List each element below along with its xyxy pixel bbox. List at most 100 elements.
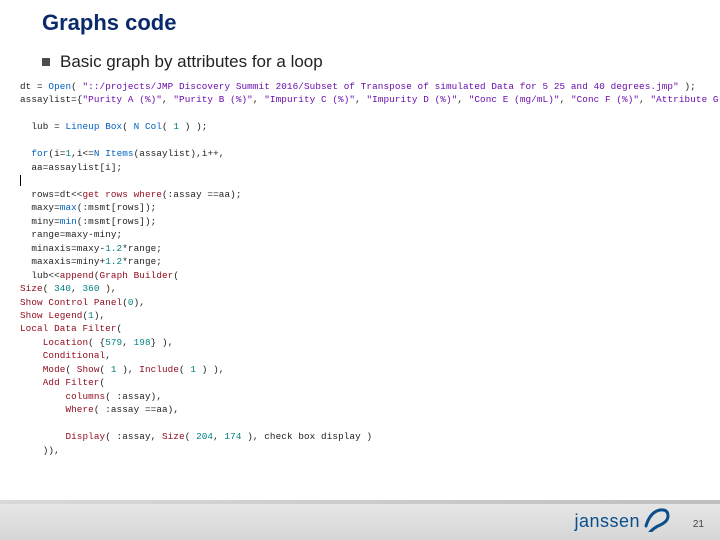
code-text: , xyxy=(639,94,650,105)
code-message: columns xyxy=(65,391,105,402)
code-text: , xyxy=(162,94,173,105)
code-number: 1.2 xyxy=(105,243,122,254)
bullet-text: Basic graph by attributes for a loop xyxy=(60,52,323,72)
code-text xyxy=(20,148,31,159)
code-text: ,i<= xyxy=(71,148,94,159)
code-text: , xyxy=(105,350,111,361)
code-text: ( xyxy=(173,270,179,281)
code-message: Size xyxy=(20,283,43,294)
bullet-icon xyxy=(42,58,50,66)
code-text: maxy= xyxy=(20,202,60,213)
code-text: ); xyxy=(679,81,696,92)
code-text: (:msmt[rows]); xyxy=(77,216,157,227)
text-caret-icon xyxy=(20,175,22,186)
code-text: ( :assay), xyxy=(105,391,162,402)
code-text: ), xyxy=(117,364,140,375)
code-message: Size xyxy=(162,431,185,442)
code-string: "Impurity C (%)" xyxy=(264,94,355,105)
code-text: ( xyxy=(43,283,54,294)
code-string: "Purity A (%)" xyxy=(82,94,162,105)
code-message: Show Legend xyxy=(20,310,82,321)
code-message: Local Data Filter xyxy=(20,323,117,334)
code-keyword: max xyxy=(60,202,77,213)
code-text: , xyxy=(122,337,133,348)
code-text xyxy=(20,350,43,361)
code-text: ), xyxy=(100,283,117,294)
code-text: (assaylist),i++, xyxy=(134,148,225,159)
code-string: "Conc E (mg/mL)" xyxy=(469,94,560,105)
code-number: 340 xyxy=(54,283,71,294)
code-text: ( :assay, xyxy=(105,431,162,442)
code-text: ) ), xyxy=(196,364,224,375)
code-keyword: for xyxy=(31,148,48,159)
code-text: range=maxy-miny; xyxy=(20,229,122,240)
code-text: minaxis=maxy- xyxy=(20,243,105,254)
code-text: ( xyxy=(117,323,123,334)
code-message: Graph Builder xyxy=(100,270,174,281)
code-text: ( xyxy=(162,121,173,132)
code-string: "Purity B (%)" xyxy=(173,94,253,105)
code-text: (:msmt[rows]); xyxy=(77,202,157,213)
code-text xyxy=(20,377,43,388)
code-text: dt = xyxy=(20,81,48,92)
code-text xyxy=(20,337,43,348)
janssen-logo: janssen xyxy=(574,506,670,532)
code-text: ), xyxy=(94,310,105,321)
code-text: ( xyxy=(65,364,76,375)
code-text xyxy=(20,404,65,415)
code-text: , xyxy=(457,94,468,105)
code-number: 1.2 xyxy=(105,256,122,267)
code-message: Include xyxy=(139,364,179,375)
code-text xyxy=(20,391,65,402)
code-keyword: min xyxy=(60,216,77,227)
code-message: Conditional xyxy=(43,350,105,361)
code-message: Show Control Panel xyxy=(20,297,122,308)
code-message: Add Filter xyxy=(43,377,100,388)
code-text: ( xyxy=(185,431,196,442)
code-keyword: N Col xyxy=(134,121,162,132)
code-text xyxy=(20,431,65,442)
code-text: *range; xyxy=(122,243,162,254)
code-text: ( xyxy=(71,81,82,92)
code-text: , xyxy=(560,94,571,105)
code-message: Where xyxy=(65,404,93,415)
code-text: , xyxy=(253,94,264,105)
code-number: 204 xyxy=(196,431,213,442)
code-text: ) ); xyxy=(179,121,207,132)
footer: janssen 21 xyxy=(0,488,720,540)
code-text: ), check box display ) xyxy=(242,431,373,442)
code-message: Location xyxy=(43,337,88,348)
slide: Graphs code Basic graph by attributes fo… xyxy=(0,0,720,540)
code-text: lub = xyxy=(20,121,65,132)
code-text: *range; xyxy=(122,256,162,267)
code-text: maxaxis=miny+ xyxy=(20,256,105,267)
code-text: } ), xyxy=(151,337,174,348)
code-text: miny= xyxy=(20,216,60,227)
code-text: ( xyxy=(100,364,111,375)
code-keyword: Open xyxy=(48,81,71,92)
code-text: , xyxy=(355,94,366,105)
code-text: lub<< xyxy=(20,270,60,281)
code-text: ( xyxy=(179,364,190,375)
page-number: 21 xyxy=(693,519,704,530)
code-message: Show xyxy=(77,364,100,375)
code-keyword: N Items xyxy=(94,148,134,159)
code-number: 174 xyxy=(224,431,241,442)
bullet-row: Basic graph by attributes for a loop xyxy=(42,52,323,72)
code-text: ), xyxy=(134,297,145,308)
code-text: ( xyxy=(122,121,133,132)
code-string: "Attribute G" xyxy=(650,94,720,105)
code-message: Display xyxy=(65,431,105,442)
code-text xyxy=(20,364,43,375)
code-text: , xyxy=(213,431,224,442)
code-text: ( xyxy=(100,377,106,388)
code-message: append xyxy=(60,270,94,281)
logo-text: janssen xyxy=(574,511,640,532)
code-text: rows=dt<< xyxy=(20,189,82,200)
slide-title: Graphs code xyxy=(42,10,176,36)
code-text: ( { xyxy=(88,337,105,348)
code-text: (i= xyxy=(48,148,65,159)
code-text: , xyxy=(71,283,82,294)
code-number: 198 xyxy=(134,337,151,348)
code-number: 360 xyxy=(82,283,99,294)
